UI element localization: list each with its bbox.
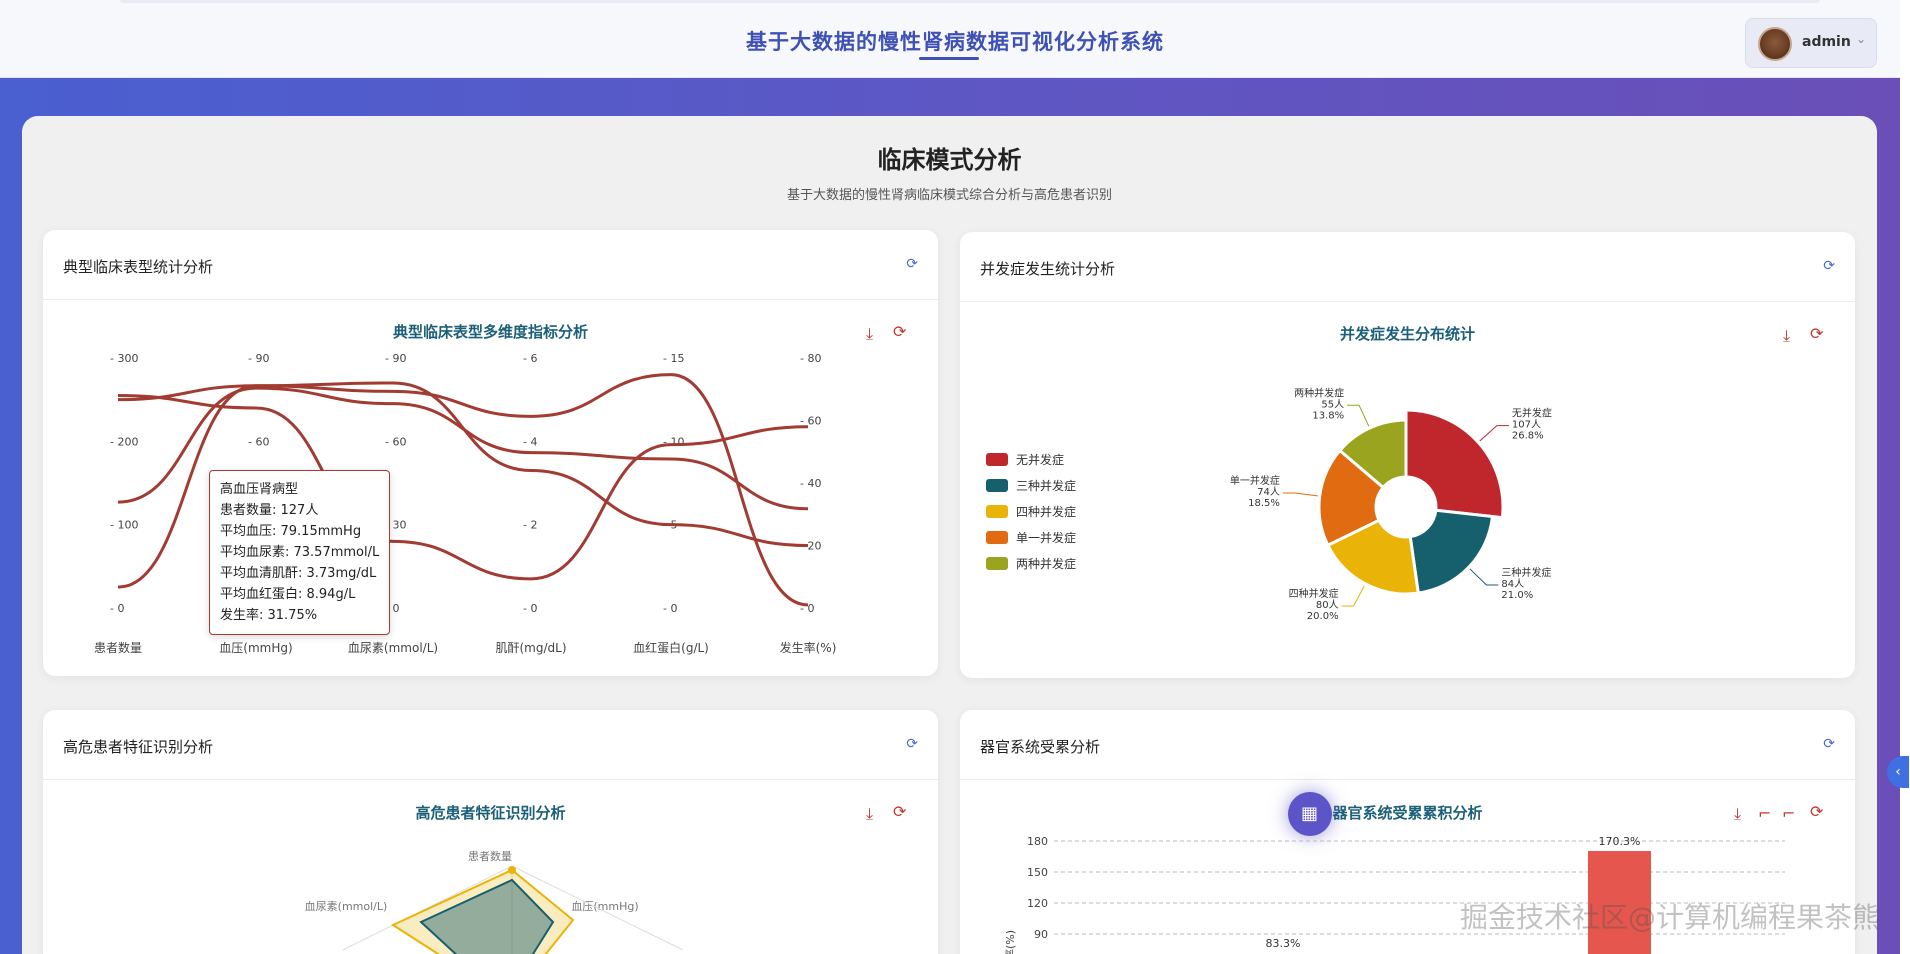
axis-name-label: 患者数量 [94, 640, 142, 655]
slice-label: 20.0% [1307, 611, 1339, 622]
radar-chart: 患者数量 血压(mmHg) 血尿素(mmol/L) [305, 850, 684, 954]
axis-tick-label: - 90 [248, 352, 269, 365]
axis-name-label: 发生率(%) [780, 640, 837, 655]
axis-tick-label: - 6 [523, 352, 537, 365]
slice-label: 单一并发症 [1230, 474, 1280, 487]
axis-name-label: 肌酐(mg/dL) [495, 641, 566, 655]
axis-tick-label: - 60 [248, 435, 269, 448]
y-tick-label: 120 [1027, 897, 1048, 910]
user-name: admin [1802, 34, 1851, 50]
y-tick-label: 180 [1027, 835, 1048, 848]
chart-tooltip: 高血压肾病型 患者数量: 127人 平均血压: 79.15mmHg 平均血尿素:… [209, 470, 391, 635]
axis-tick-label: - 200 [110, 435, 138, 448]
axis-tick-label: - 0 [110, 602, 124, 615]
radar-point [508, 866, 516, 874]
slice-label: 80人 [1316, 599, 1339, 611]
axis-tick-label: - 60 [385, 435, 406, 448]
slice-label: 13.8% [1312, 410, 1344, 421]
bar-value-label: 83.3% [1266, 937, 1301, 950]
axis-name-label: 血红蛋白(g/L) [633, 640, 709, 655]
title-underline [919, 57, 979, 60]
pie-chart: 无并发症107人26.8% 三种并发症84人21.0% 四种并发症80人20.0% 单… [1230, 386, 1552, 622]
main-panel: 临床模式分析 基于大数据的慢性肾病临床模式综合分析与高危患者识别 典型临床表型统… [22, 116, 1877, 954]
tooltip-line: 平均血压: 79.15mmHg [220, 524, 362, 539]
y-tick-label: 90 [1034, 928, 1048, 941]
slice-label: 55人 [1321, 398, 1344, 410]
axis-name-label: 血压(mmHg) [219, 641, 292, 655]
highrisk-card: 高危患者特征识别分析 ⟳ 高危患者特征识别分析 ⤓ ⟳ 患者数量 血压(mmHg… [43, 710, 938, 954]
pie-slice [1408, 508, 1495, 595]
avatar [1758, 27, 1792, 61]
chevron-down-icon: ⌄ [1856, 32, 1867, 46]
slice-label: 两种并发症 [1294, 386, 1344, 399]
tooltip-line: 平均血红蛋白: 8.94g/L [220, 587, 356, 602]
slice-label: 21.0% [1501, 590, 1533, 601]
app-title: 基于大数据的慢性肾病数据可视化分析系统 [746, 30, 1164, 54]
top-navbar: 基于大数据的慢性肾病数据可视化分析系统 admin ⌄ [0, 0, 1910, 78]
tooltip-line: 平均血尿素: 73.57mmol/L [220, 545, 380, 560]
tooltip-title: 高血压肾病型 [220, 482, 299, 497]
axis-tick-label: - 100 [110, 519, 138, 532]
axis-tick-label: - 300 [110, 352, 138, 365]
page-subtitle: 基于大数据的慢性肾病临床模式综合分析与高危患者识别 [786, 188, 1112, 203]
scroll-gutter[interactable] [1900, 0, 1910, 954]
axis-tick-label: - 2 [523, 519, 537, 532]
axis-tick-label: - 4 [523, 435, 537, 448]
watermark: 掘金技术社区@计算机编程果茶熊 [1460, 901, 1881, 934]
axis-tick-label: - 0 [523, 602, 537, 615]
slice-label: 74人 [1257, 486, 1280, 498]
tooltip-line: 平均血清肌酐: 3.73mg/dL [220, 566, 377, 581]
parallel-chart: - 300- 200- 100- 0患者数量- 90- 60- 30- 0血压(… [94, 352, 837, 655]
slice-label: 无并发症 [1512, 407, 1552, 420]
radar-label: 血尿素(mmol/L) [305, 899, 388, 913]
slice-label: 84人 [1501, 578, 1524, 590]
axis-tick-label: - 0 [663, 602, 677, 615]
label-leader-line [1341, 585, 1365, 607]
axis-name-label: 血尿素(mmol/L) [348, 641, 438, 655]
slice-label: 26.8% [1512, 431, 1544, 442]
slice-label: 107人 [1512, 419, 1541, 431]
label-leader-line [1282, 492, 1318, 497]
page-title: 临床模式分析 [877, 146, 1022, 174]
slice-label: 四种并发症 [1289, 587, 1339, 600]
bar-value-label: 170.3% [1599, 835, 1641, 848]
top-strip [120, 0, 1820, 3]
slice-label: 18.5% [1248, 498, 1280, 509]
y-tick-label: 150 [1027, 866, 1048, 879]
complication-card: 并发症发生统计分析 ⟳ 并发症发生分布统计 ⤓ ⟳ 无并发症 三种并发症 四种并… [960, 232, 1855, 678]
y-axis-label: 率(%) [1003, 930, 1017, 954]
tooltip-line: 发生率: 31.75% [220, 608, 318, 623]
label-leader-line [1469, 568, 1499, 586]
pie-slice [1404, 408, 1505, 520]
label-leader-line [1347, 404, 1370, 427]
slice-label: 三种并发症 [1501, 566, 1551, 579]
label-leader-line [1479, 425, 1509, 442]
radar-label: 血压(mmHg) [571, 899, 638, 913]
user-menu[interactable]: admin ⌄ [1745, 18, 1877, 68]
phenotype-card: 典型临床表型统计分析 ⟳ 典型临床表型多维度指标分析 ⤓ ⟳ - 300- 20… [43, 230, 938, 676]
radar-label: 患者数量 [468, 850, 512, 863]
tooltip-line: 患者数量: 127人 [220, 503, 319, 518]
axis-tick-label: - 40 [800, 477, 821, 490]
axis-tick-label: - 15 [663, 352, 684, 365]
axis-tick-label: - 90 [385, 352, 406, 365]
axis-tick-label: - 80 [800, 352, 821, 365]
